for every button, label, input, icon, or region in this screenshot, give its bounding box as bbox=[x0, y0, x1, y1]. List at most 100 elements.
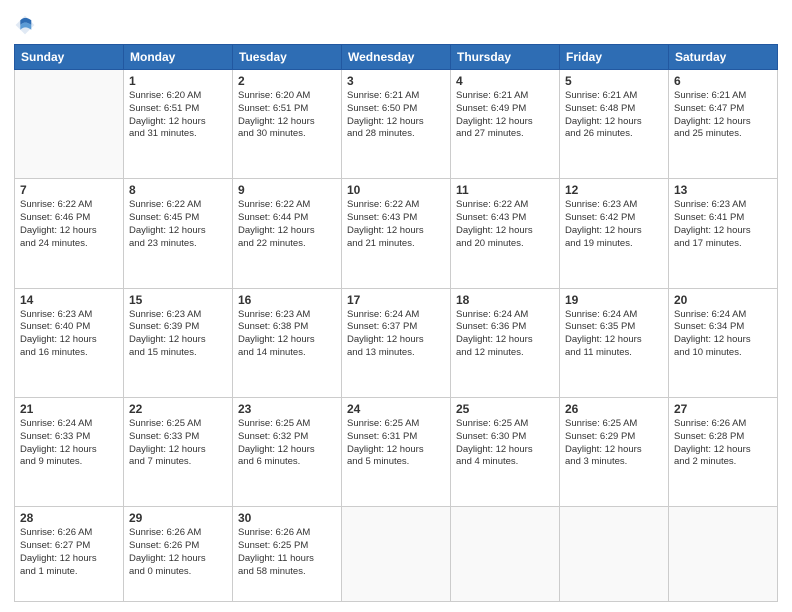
day-number: 3 bbox=[347, 74, 445, 88]
cell-info: Sunrise: 6:26 AMSunset: 6:27 PMDaylight:… bbox=[20, 527, 118, 578]
cell-info: Sunrise: 6:24 AMSunset: 6:35 PMDaylight:… bbox=[565, 309, 663, 360]
cell-info: Sunrise: 6:26 AMSunset: 6:25 PMDaylight:… bbox=[238, 527, 336, 578]
cell-info: Sunrise: 6:21 AMSunset: 6:49 PMDaylight:… bbox=[456, 90, 554, 141]
day-number: 9 bbox=[238, 183, 336, 197]
calendar-cell: 5 Sunrise: 6:21 AMSunset: 6:48 PMDaylight… bbox=[560, 70, 669, 179]
cell-info: Sunrise: 6:21 AMSunset: 6:47 PMDaylight:… bbox=[674, 90, 772, 141]
calendar-cell bbox=[560, 507, 669, 602]
calendar-cell: 15 Sunrise: 6:23 AMSunset: 6:39 PMDayligh… bbox=[124, 288, 233, 397]
week-row-5: 28 Sunrise: 6:26 AMSunset: 6:27 PMDayligh… bbox=[15, 507, 778, 602]
cell-info: Sunrise: 6:23 AMSunset: 6:42 PMDaylight:… bbox=[565, 199, 663, 250]
calendar-cell: 16Sunrise: 6:23 AMSunset: 6:38 PMDayligh… bbox=[233, 288, 342, 397]
cell-info: Sunrise: 6:23 AMSunset: 6:39 PMDaylight:… bbox=[129, 309, 227, 360]
weekday-header-sunday: Sunday bbox=[15, 45, 124, 70]
calendar-cell: 24 Sunrise: 6:25 AMSunset: 6:31 PMDayligh… bbox=[342, 397, 451, 506]
cell-info: Sunrise: 6:23 AMSunset: 6:41 PMDaylight:… bbox=[674, 199, 772, 250]
day-number: 29 bbox=[129, 511, 227, 525]
day-number: 8 bbox=[129, 183, 227, 197]
day-number: 6 bbox=[674, 74, 772, 88]
cell-info: Sunrise: 6:22 AMSunset: 6:43 PMDaylight:… bbox=[347, 199, 445, 250]
day-number: 26 bbox=[565, 402, 663, 416]
calendar-cell: 20Sunrise: 6:24 AMSunset: 6:34 PMDayligh… bbox=[669, 288, 778, 397]
logo bbox=[14, 14, 40, 36]
day-number: 13 bbox=[674, 183, 772, 197]
cell-info: Sunrise: 6:25 AMSunset: 6:31 PMDaylight:… bbox=[347, 418, 445, 469]
day-number: 19 bbox=[565, 293, 663, 307]
day-number: 12 bbox=[565, 183, 663, 197]
day-number: 18 bbox=[456, 293, 554, 307]
day-number: 17 bbox=[347, 293, 445, 307]
cell-info: Sunrise: 6:21 AMSunset: 6:48 PMDaylight:… bbox=[565, 90, 663, 141]
calendar-cell: 10 Sunrise: 6:22 AMSunset: 6:43 PMDayligh… bbox=[342, 179, 451, 288]
cell-info: Sunrise: 6:23 AMSunset: 6:40 PMDaylight:… bbox=[20, 309, 118, 360]
day-number: 15 bbox=[129, 293, 227, 307]
day-number: 24 bbox=[347, 402, 445, 416]
calendar-cell bbox=[669, 507, 778, 602]
header bbox=[14, 10, 778, 36]
week-row-3: 14 Sunrise: 6:23 AMSunset: 6:40 PMDayligh… bbox=[15, 288, 778, 397]
cell-info: Sunrise: 6:24 AMSunset: 6:37 PMDaylight:… bbox=[347, 309, 445, 360]
calendar-cell: 8 Sunrise: 6:22 AMSunset: 6:45 PMDaylight… bbox=[124, 179, 233, 288]
cell-info: Sunrise: 6:24 AMSunset: 6:36 PMDaylight:… bbox=[456, 309, 554, 360]
week-row-1: 1 Sunrise: 6:20 AMSunset: 6:51 PMDaylight… bbox=[15, 70, 778, 179]
calendar-cell: 26Sunrise: 6:25 AMSunset: 6:29 PMDayligh… bbox=[560, 397, 669, 506]
cell-info: Sunrise: 6:25 AMSunset: 6:30 PMDaylight:… bbox=[456, 418, 554, 469]
weekday-header-row: SundayMondayTuesdayWednesdayThursdayFrid… bbox=[15, 45, 778, 70]
calendar-cell: 19 Sunrise: 6:24 AMSunset: 6:35 PMDayligh… bbox=[560, 288, 669, 397]
cell-info: Sunrise: 6:22 AMSunset: 6:43 PMDaylight:… bbox=[456, 199, 554, 250]
cell-info: Sunrise: 6:22 AMSunset: 6:44 PMDaylight:… bbox=[238, 199, 336, 250]
weekday-header-tuesday: Tuesday bbox=[233, 45, 342, 70]
cell-info: Sunrise: 6:26 AMSunset: 6:28 PMDaylight:… bbox=[674, 418, 772, 469]
calendar-cell: 4Sunrise: 6:21 AMSunset: 6:49 PMDaylight… bbox=[451, 70, 560, 179]
day-number: 11 bbox=[456, 183, 554, 197]
calendar-cell: 7Sunrise: 6:22 AMSunset: 6:46 PMDaylight… bbox=[15, 179, 124, 288]
cell-info: Sunrise: 6:20 AMSunset: 6:51 PMDaylight:… bbox=[238, 90, 336, 141]
cell-info: Sunrise: 6:24 AMSunset: 6:34 PMDaylight:… bbox=[674, 309, 772, 360]
weekday-header-friday: Friday bbox=[560, 45, 669, 70]
day-number: 21 bbox=[20, 402, 118, 416]
calendar-cell: 12 Sunrise: 6:23 AMSunset: 6:42 PMDayligh… bbox=[560, 179, 669, 288]
calendar-cell: 18 Sunrise: 6:24 AMSunset: 6:36 PMDayligh… bbox=[451, 288, 560, 397]
logo-icon bbox=[14, 14, 36, 36]
calendar-cell: 9 Sunrise: 6:22 AMSunset: 6:44 PMDaylight… bbox=[233, 179, 342, 288]
day-number: 5 bbox=[565, 74, 663, 88]
day-number: 1 bbox=[129, 74, 227, 88]
cell-info: Sunrise: 6:25 AMSunset: 6:32 PMDaylight:… bbox=[238, 418, 336, 469]
calendar-cell bbox=[15, 70, 124, 179]
day-number: 27 bbox=[674, 402, 772, 416]
calendar-cell: 2 Sunrise: 6:20 AMSunset: 6:51 PMDaylight… bbox=[233, 70, 342, 179]
calendar-cell: 23Sunrise: 6:25 AMSunset: 6:32 PMDayligh… bbox=[233, 397, 342, 506]
cell-info: Sunrise: 6:22 AMSunset: 6:45 PMDaylight:… bbox=[129, 199, 227, 250]
calendar-cell: 6 Sunrise: 6:21 AMSunset: 6:47 PMDaylight… bbox=[669, 70, 778, 179]
day-number: 16 bbox=[238, 293, 336, 307]
weekday-header-saturday: Saturday bbox=[669, 45, 778, 70]
cell-info: Sunrise: 6:25 AMSunset: 6:33 PMDaylight:… bbox=[129, 418, 227, 469]
weekday-header-monday: Monday bbox=[124, 45, 233, 70]
weekday-header-wednesday: Wednesday bbox=[342, 45, 451, 70]
calendar-cell: 1 Sunrise: 6:20 AMSunset: 6:51 PMDaylight… bbox=[124, 70, 233, 179]
calendar-cell bbox=[451, 507, 560, 602]
calendar-cell: 25Sunrise: 6:25 AMSunset: 6:30 PMDayligh… bbox=[451, 397, 560, 506]
cell-info: Sunrise: 6:21 AMSunset: 6:50 PMDaylight:… bbox=[347, 90, 445, 141]
cell-info: Sunrise: 6:26 AMSunset: 6:26 PMDaylight:… bbox=[129, 527, 227, 578]
calendar-cell: 30Sunrise: 6:26 AMSunset: 6:25 PMDayligh… bbox=[233, 507, 342, 602]
day-number: 22 bbox=[129, 402, 227, 416]
day-number: 14 bbox=[20, 293, 118, 307]
calendar-cell bbox=[342, 507, 451, 602]
calendar-cell: 3 Sunrise: 6:21 AMSunset: 6:50 PMDaylight… bbox=[342, 70, 451, 179]
calendar-cell: 27 Sunrise: 6:26 AMSunset: 6:28 PMDayligh… bbox=[669, 397, 778, 506]
page: SundayMondayTuesdayWednesdayThursdayFrid… bbox=[0, 0, 792, 612]
day-number: 28 bbox=[20, 511, 118, 525]
calendar-cell: 21 Sunrise: 6:24 AMSunset: 6:33 PMDayligh… bbox=[15, 397, 124, 506]
calendar-cell: 11 Sunrise: 6:22 AMSunset: 6:43 PMDayligh… bbox=[451, 179, 560, 288]
day-number: 10 bbox=[347, 183, 445, 197]
calendar-table: SundayMondayTuesdayWednesdayThursdayFrid… bbox=[14, 44, 778, 602]
calendar-cell: 22 Sunrise: 6:25 AMSunset: 6:33 PMDayligh… bbox=[124, 397, 233, 506]
calendar-cell: 28 Sunrise: 6:26 AMSunset: 6:27 PMDayligh… bbox=[15, 507, 124, 602]
cell-info: Sunrise: 6:20 AMSunset: 6:51 PMDaylight:… bbox=[129, 90, 227, 141]
weekday-header-thursday: Thursday bbox=[451, 45, 560, 70]
calendar-cell: 29 Sunrise: 6:26 AMSunset: 6:26 PMDayligh… bbox=[124, 507, 233, 602]
cell-info: Sunrise: 6:24 AMSunset: 6:33 PMDaylight:… bbox=[20, 418, 118, 469]
day-number: 2 bbox=[238, 74, 336, 88]
week-row-2: 7Sunrise: 6:22 AMSunset: 6:46 PMDaylight… bbox=[15, 179, 778, 288]
